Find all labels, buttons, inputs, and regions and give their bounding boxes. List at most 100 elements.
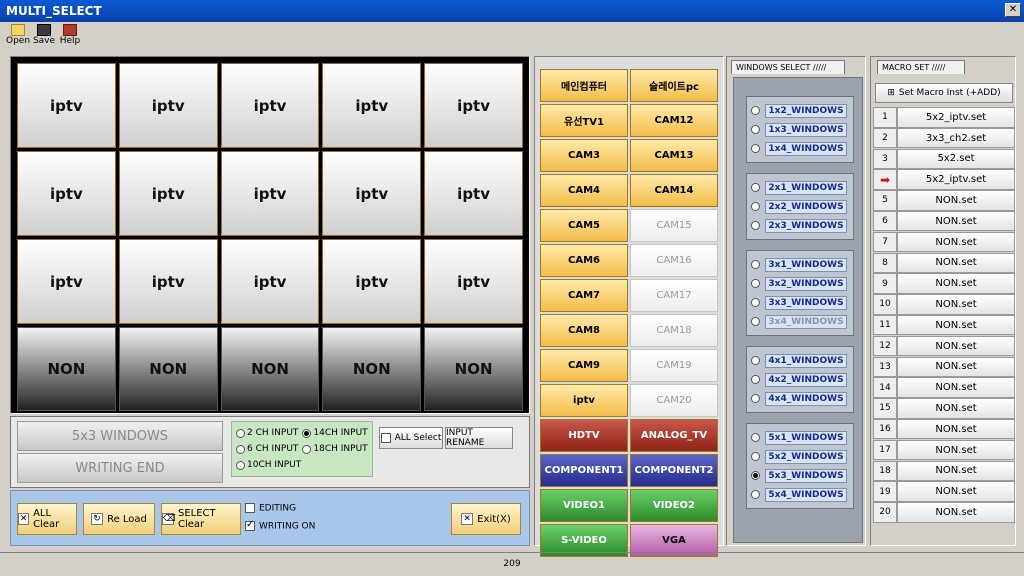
screen-cell[interactable]: iptv	[322, 239, 422, 324]
screen-cell[interactable]: NON	[424, 327, 523, 411]
input-source-button[interactable]: COMPONENT2	[630, 454, 718, 487]
screen-cell[interactable]: iptv	[424, 63, 523, 148]
input-source-button[interactable]: CAM17	[630, 279, 718, 312]
set-macro-add-button[interactable]: ⊞ Set Macro Inst (+ADD)	[875, 83, 1013, 103]
screen-cell[interactable]: iptv	[220, 239, 320, 324]
input-source-button[interactable]: 유선TV1	[540, 104, 628, 137]
screen-cell[interactable]: iptv	[322, 151, 422, 236]
macro-item[interactable]: 15 NON.set	[873, 398, 1015, 419]
screen-cell[interactable]: iptv	[220, 63, 320, 148]
macro-item[interactable]: 2 3x3_ch2.set	[873, 127, 1015, 149]
writing-on-checkbox[interactable]: WRITING ON	[245, 519, 315, 532]
input-source-button[interactable]: VIDEO2	[630, 489, 718, 522]
windows-option[interactable]: 3x4_WINDOWS	[751, 312, 847, 331]
screen-cell[interactable]: iptv	[220, 151, 320, 236]
screen-cell[interactable]: NON	[17, 327, 116, 411]
tab-windows-select[interactable]: WINDOWS SELECT /////	[731, 60, 845, 74]
windows-option[interactable]: 1x3_WINDOWS	[751, 120, 847, 139]
reload-button[interactable]: ↻ Re Load	[83, 503, 155, 535]
all-clear-button[interactable]: ✕ ALL Clear	[17, 503, 77, 535]
macro-item[interactable]: 17 NON.set	[873, 439, 1015, 461]
windows-option[interactable]: 1x2_WINDOWS	[751, 101, 847, 120]
macro-item[interactable]: ➡ 5x2_iptv.set	[873, 169, 1015, 190]
input-source-button[interactable]: CAM19	[630, 349, 718, 382]
tab-macro-set[interactable]: MACRO SET /////	[877, 60, 965, 74]
windows-option[interactable]: 5x4_WINDOWS	[751, 485, 847, 504]
macro-item[interactable]: 18 NON.set	[873, 460, 1015, 482]
input-source-button[interactable]: CAM4	[540, 174, 628, 207]
macro-item[interactable]: 14 NON.set	[873, 377, 1015, 398]
editing-checkbox[interactable]: EDITING	[245, 503, 296, 514]
input-source-button[interactable]: CAM16	[630, 244, 718, 277]
screen-cell[interactable]: iptv	[322, 63, 422, 148]
windows-option[interactable]: 3x2_WINDOWS	[751, 274, 847, 293]
radio-6ch-input[interactable]: 6 CH INPUT	[236, 444, 298, 454]
screen-cell[interactable]: iptv	[17, 239, 116, 324]
screen-cell[interactable]: iptv	[17, 151, 116, 236]
radio-18ch-input[interactable]: 18CH INPUT	[302, 444, 368, 454]
input-source-button[interactable]: CAM9	[540, 349, 628, 382]
windows-option[interactable]: 2x3_WINDOWS	[751, 216, 847, 235]
windows-option[interactable]: 5x3_WINDOWS	[751, 466, 847, 485]
input-source-button[interactable]: 슬레이트pc	[630, 69, 718, 102]
input-source-button[interactable]: HDTV	[540, 419, 628, 452]
open-button[interactable]: Open	[6, 22, 30, 50]
macro-item[interactable]: 7 NON.set	[873, 231, 1015, 253]
screen-cell[interactable]: iptv	[424, 239, 523, 324]
save-button[interactable]: Save	[32, 22, 56, 50]
radio-10ch-input[interactable]: 10CH INPUT	[236, 460, 301, 470]
input-source-button[interactable]: iptv	[540, 384, 628, 417]
windows-option[interactable]: 2x2_WINDOWS	[751, 197, 847, 216]
input-source-button[interactable]: CAM14	[630, 174, 718, 207]
macro-item[interactable]: 16 NON.set	[873, 418, 1015, 440]
radio-2ch-input[interactable]: 2 CH INPUT	[236, 428, 298, 438]
windows-option[interactable]: 4x1_WINDOWS	[751, 351, 847, 370]
macro-item[interactable]: 13 NON.set	[873, 356, 1015, 378]
macro-item[interactable]: 12 NON.set	[873, 335, 1015, 357]
select-clear-button[interactable]: ⌫ SELECT Clear	[161, 503, 241, 535]
screen-cell[interactable]: iptv	[424, 151, 523, 236]
macro-item[interactable]: 19 NON.set	[873, 481, 1015, 502]
input-source-button[interactable]: ANALOG_TV	[630, 419, 718, 452]
screen-cell[interactable]: iptv	[118, 151, 218, 236]
input-source-button[interactable]: VIDEO1	[540, 489, 628, 522]
windows-option[interactable]: 4x4_WINDOWS	[751, 389, 847, 408]
windows-option[interactable]: 5x2_WINDOWS	[751, 447, 847, 466]
radio-14ch-input[interactable]: 14CH INPUT	[302, 428, 368, 438]
macro-item[interactable]: 1 5x2_iptv.set	[873, 107, 1015, 128]
screen-cell[interactable]: NON	[118, 327, 218, 411]
input-source-button[interactable]: CAM3	[540, 139, 628, 172]
windows-option[interactable]: 3x3_WINDOWS	[751, 293, 847, 312]
windows-option[interactable]: 2x1_WINDOWS	[751, 178, 847, 197]
screen-cell[interactable]: iptv	[118, 63, 218, 148]
exit-button[interactable]: ✕ Exit(X)	[451, 503, 521, 535]
windows-option[interactable]: 5x1_WINDOWS	[751, 428, 847, 447]
macro-item[interactable]: 5 NON.set	[873, 190, 1015, 211]
input-source-button[interactable]: CAM8	[540, 314, 628, 347]
close-button[interactable]: ✕	[1005, 3, 1021, 17]
screen-cell[interactable]: NON	[322, 327, 422, 411]
windows-option[interactable]: 4x2_WINDOWS	[751, 370, 847, 389]
macro-item[interactable]: 3 5x2.set	[873, 148, 1015, 170]
input-source-button[interactable]: 메인컴퓨터	[540, 69, 628, 102]
input-source-button[interactable]: CAM20	[630, 384, 718, 417]
windows-option[interactable]: 3x1_WINDOWS	[751, 255, 847, 274]
help-button[interactable]: Help	[58, 22, 82, 50]
macro-item[interactable]: 6 NON.set	[873, 210, 1015, 232]
input-source-button[interactable]: CAM18	[630, 314, 718, 347]
input-source-button[interactable]: CAM5	[540, 209, 628, 242]
macro-item[interactable]: 9 NON.set	[873, 273, 1015, 294]
macro-item[interactable]: 8 NON.set	[873, 252, 1015, 274]
screen-cell[interactable]: iptv	[118, 239, 218, 324]
screen-cell[interactable]: NON	[220, 327, 320, 411]
input-source-button[interactable]: CAM15	[630, 209, 718, 242]
input-source-button[interactable]: CAM6	[540, 244, 628, 277]
input-rename-button[interactable]: INPUT RENAME	[445, 427, 513, 449]
windows-option[interactable]: 1x4_WINDOWS	[751, 139, 847, 158]
input-source-button[interactable]: CAM7	[540, 279, 628, 312]
input-source-button[interactable]: COMPONENT1	[540, 454, 628, 487]
all-select-button[interactable]: ALL Select	[379, 427, 443, 449]
macro-item[interactable]: 10 NON.set	[873, 294, 1015, 315]
macro-item[interactable]: 11 NON.set	[873, 314, 1015, 336]
input-source-button[interactable]: CAM13	[630, 139, 718, 172]
